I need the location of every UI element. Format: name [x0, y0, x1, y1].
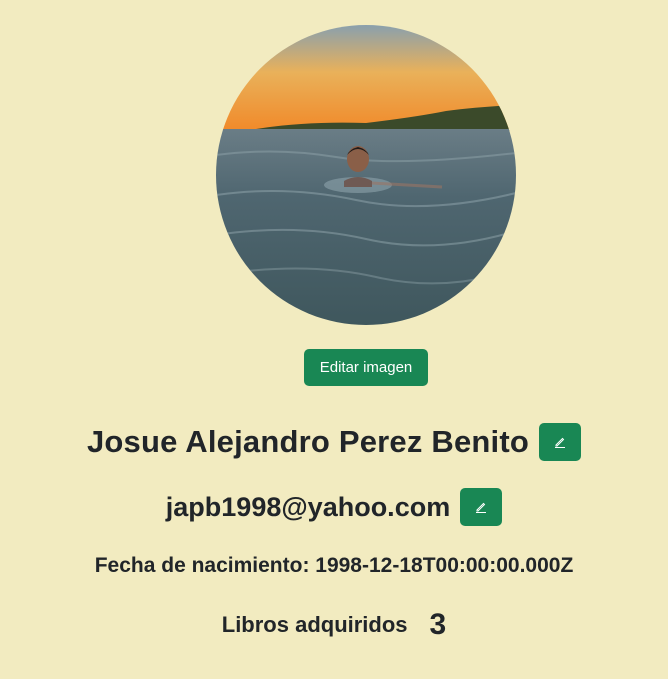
edit-image-button[interactable]: Editar imagen	[304, 349, 428, 386]
profile-avatar	[216, 25, 516, 325]
pencil-icon	[553, 435, 567, 449]
pencil-icon	[474, 500, 488, 514]
profile-email: japb1998@yahoo.com	[165, 491, 451, 522]
books-acquired-label: Libros adquiridos	[221, 612, 408, 637]
edit-email-button[interactable]	[460, 488, 503, 526]
profile-name-row: Josue Alejandro Perez Benito	[0, 421, 668, 462]
profile-books-row: Libros adquiridos 3	[0, 606, 668, 644]
edit-name-button[interactable]	[539, 422, 581, 461]
profile-birth-date-row: Fecha de nacimiento: 1998-12-18T00:00:00…	[0, 550, 668, 582]
profile-name: Josue Alejandro Perez Benito	[86, 423, 529, 459]
profile-email-row: japb1998@yahoo.com	[0, 488, 668, 526]
profile-birth-date: Fecha de nacimiento: 1998-12-18T00:00:00…	[94, 554, 574, 577]
books-acquired-count: 3	[429, 608, 447, 641]
